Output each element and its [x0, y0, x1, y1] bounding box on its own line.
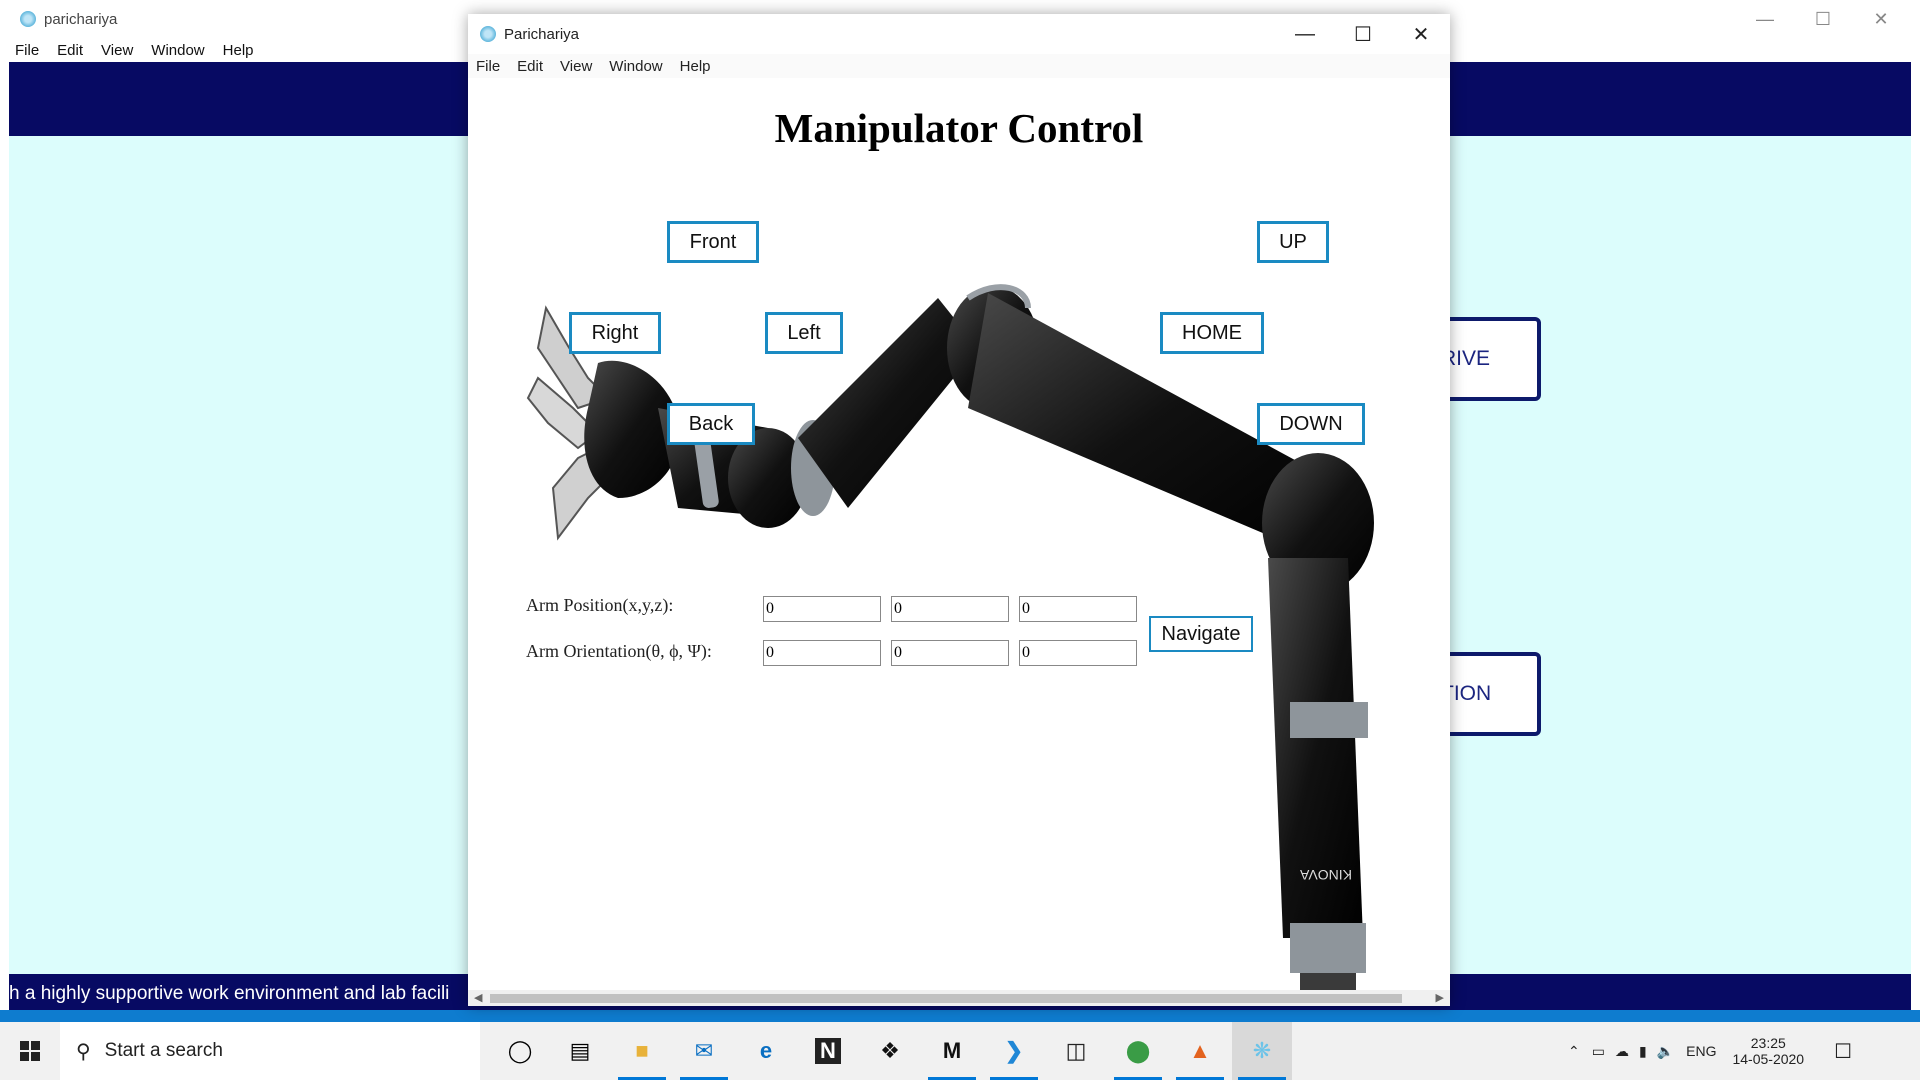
start-button[interactable] [0, 1022, 60, 1080]
clock-time: 23:25 [1750, 1035, 1786, 1051]
left-button[interactable]: Left [765, 312, 843, 354]
menu-file[interactable]: File [15, 42, 39, 59]
menu-window[interactable]: Window [609, 58, 662, 75]
dropbox-icon[interactable]: ❖ [860, 1022, 920, 1080]
scroll-right-icon[interactable]: ▶ [1436, 990, 1444, 1006]
search-icon: ⚲ [76, 1040, 91, 1063]
search-box[interactable]: ⚲ Start a search [60, 1022, 480, 1080]
menu-view[interactable]: View [560, 58, 592, 75]
robot-arm-image: KINOVA [526, 284, 1374, 990]
menu-edit[interactable]: Edit [517, 58, 543, 75]
scroll-left-icon[interactable]: ◀ [474, 990, 482, 1006]
position-button[interactable]: TION [1441, 652, 1541, 736]
footer-text: h a highly supportive work environment a… [9, 983, 450, 1004]
maximize-icon[interactable]: ☐ [1334, 14, 1392, 54]
battery-icon[interactable]: ▮ [1639, 1043, 1647, 1060]
fg-window-title: Parichariya [504, 25, 580, 43]
position-z-field[interactable] [1019, 596, 1137, 622]
sticky-notes-icon[interactable]: ◫ [1046, 1022, 1106, 1080]
medium-icon[interactable]: M [922, 1022, 982, 1080]
arm-orientation-label: Arm Orientation(θ, ϕ, Ψ): [526, 641, 712, 661]
horizontal-scrollbar[interactable]: ◀ ▶ [468, 990, 1450, 1006]
minimize-icon[interactable]: — [1736, 0, 1794, 38]
drive-button[interactable]: RIVE [1441, 317, 1541, 401]
menu-help[interactable]: Help [680, 58, 711, 75]
app-icon [480, 26, 496, 42]
minimize-icon[interactable]: — [1276, 14, 1334, 54]
file-explorer-icon[interactable]: ■ [612, 1022, 672, 1080]
manipulator-panel: KINOVA Manipulator Control Front UP Righ… [468, 78, 1450, 990]
electron-icon[interactable]: ❋ [1232, 1022, 1292, 1080]
front-button[interactable]: Front [667, 221, 759, 263]
arm-position-label: Arm Position(x,y,z): [526, 595, 674, 615]
menu-file[interactable]: File [476, 58, 500, 75]
menu-edit[interactable]: Edit [57, 42, 83, 59]
app-icon [20, 11, 36, 27]
clock[interactable]: 23:25 14-05-2020 [1732, 1035, 1804, 1067]
monitor-icon[interactable]: ▭ [1592, 1043, 1605, 1060]
vscode-icon[interactable]: ❯ [984, 1022, 1044, 1080]
menu-help[interactable]: Help [223, 42, 254, 59]
notion-icon[interactable]: N [798, 1022, 858, 1080]
chrome-icon[interactable]: ⬤ [1108, 1022, 1168, 1080]
scrollbar-thumb[interactable] [490, 994, 1402, 1003]
right-button[interactable]: Right [569, 312, 661, 354]
menu-window[interactable]: Window [151, 42, 204, 59]
manipulator-window: Parichariya — ☐ ✕ File Edit View Window … [468, 14, 1450, 1006]
robot-brand-logo: KINOVA [1299, 867, 1352, 883]
editor-status-bar [0, 1010, 1920, 1022]
clock-date: 14-05-2020 [1732, 1051, 1805, 1067]
matlab-icon[interactable]: ▲ [1170, 1022, 1230, 1080]
maximize-icon[interactable]: ☐ [1794, 0, 1852, 38]
fg-menubar: File Edit View Window Help [468, 54, 1450, 78]
position-y-field[interactable] [891, 596, 1009, 622]
cloud-icon[interactable]: ☁ [1615, 1043, 1629, 1060]
mail-icon[interactable]: ✉ [674, 1022, 734, 1080]
show-hidden-icons-icon[interactable]: ⌃ [1568, 1043, 1580, 1060]
bg-window-title: parichariya [44, 10, 118, 28]
page-title: Manipulator Control [774, 105, 1144, 151]
orientation-psi-field[interactable] [1019, 640, 1137, 666]
volume-icon[interactable]: 🔈 [1657, 1043, 1674, 1060]
cortana-icon[interactable]: ◯ [490, 1022, 550, 1080]
language-indicator[interactable]: ENG [1686, 1043, 1716, 1059]
orientation-phi-field[interactable] [891, 640, 1009, 666]
close-icon[interactable]: ✕ [1852, 0, 1910, 38]
system-tray: ⌃ ▭ ☁ ▮ 🔈 ENG 23:25 14-05-2020 ☐ [1568, 1022, 1852, 1080]
navigate-button[interactable]: Navigate [1149, 616, 1253, 652]
notifications-icon[interactable]: ☐ [1834, 1039, 1852, 1064]
down-button[interactable]: DOWN [1257, 403, 1365, 445]
home-button[interactable]: HOME [1160, 312, 1264, 354]
fg-titlebar: Parichariya — ☐ ✕ [468, 14, 1450, 54]
menu-view[interactable]: View [101, 42, 133, 59]
close-icon[interactable]: ✕ [1392, 14, 1450, 54]
orientation-theta-field[interactable] [763, 640, 881, 666]
edge-icon[interactable]: e [736, 1022, 796, 1080]
position-x-field[interactable] [763, 596, 881, 622]
windows-icon [20, 1041, 40, 1061]
up-button[interactable]: UP [1257, 221, 1329, 263]
task-view-icon[interactable]: ▤ [550, 1022, 610, 1080]
search-placeholder: Start a search [104, 1040, 223, 1061]
back-button[interactable]: Back [667, 403, 755, 445]
